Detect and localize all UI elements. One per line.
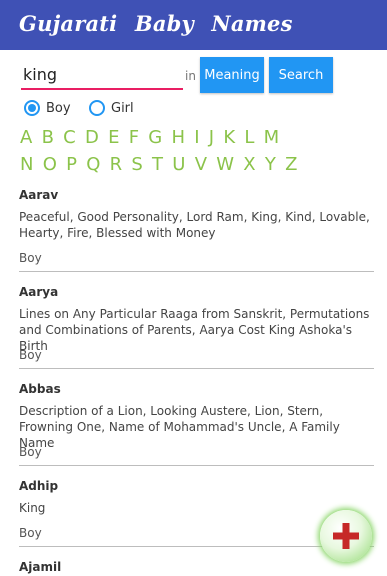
meaning-button[interactable]: Meaning xyxy=(200,57,264,93)
divider xyxy=(19,271,374,272)
letter-a[interactable]: A xyxy=(20,127,32,148)
letter-s[interactable]: S xyxy=(131,154,142,175)
name-gender: Boy xyxy=(19,251,42,265)
letter-l[interactable]: L xyxy=(244,127,254,148)
letter-t[interactable]: T xyxy=(152,154,163,175)
name-gender: Boy xyxy=(19,526,42,540)
letter-b[interactable]: B xyxy=(42,127,54,148)
name-meaning: Peaceful, Good Personality, Lord Ram, Ki… xyxy=(19,210,370,240)
search-button[interactable]: Search xyxy=(269,57,333,93)
letter-i[interactable]: I xyxy=(194,127,199,148)
name-gender: Boy xyxy=(19,348,42,362)
radio-boy[interactable]: Boy xyxy=(24,100,71,116)
divider xyxy=(19,465,374,466)
radio-girl-label: Girl xyxy=(111,100,134,116)
add-fab-button[interactable] xyxy=(320,510,372,562)
app-bar: Gujarati Baby Names xyxy=(0,0,387,50)
letter-k[interactable]: K xyxy=(223,127,235,148)
letter-e[interactable]: E xyxy=(108,127,119,148)
letter-o[interactable]: O xyxy=(43,154,57,175)
letter-r[interactable]: R xyxy=(110,154,123,175)
letter-q[interactable]: Q xyxy=(86,154,100,175)
divider xyxy=(19,368,374,369)
letter-p[interactable]: P xyxy=(66,154,77,175)
radio-checked-icon xyxy=(24,100,40,116)
letter-d[interactable]: D xyxy=(85,127,99,148)
in-label: in xyxy=(185,69,196,83)
letter-h[interactable]: H xyxy=(171,127,185,148)
letter-z[interactable]: Z xyxy=(285,154,297,175)
letter-u[interactable]: U xyxy=(172,154,185,175)
name-meaning: Lines on Any Particular Raaga from Sansk… xyxy=(19,307,370,353)
letter-c[interactable]: C xyxy=(63,127,76,148)
letter-f[interactable]: F xyxy=(129,127,139,148)
search-input[interactable] xyxy=(21,62,183,90)
letter-y[interactable]: Y xyxy=(265,154,276,175)
name-title: Ajamil xyxy=(19,560,62,574)
plus-icon xyxy=(333,523,359,549)
app-title: Gujarati Baby Names xyxy=(19,11,293,36)
letter-j[interactable]: J xyxy=(209,127,214,148)
letter-v[interactable]: V xyxy=(195,154,207,175)
name-title: Aarya xyxy=(19,285,59,299)
name-title: Abbas xyxy=(19,382,61,396)
letter-w[interactable]: W xyxy=(216,154,234,175)
letter-n[interactable]: N xyxy=(20,154,33,175)
name-gender: Boy xyxy=(19,445,42,459)
radio-boy-label: Boy xyxy=(46,100,71,116)
name-meaning: Description of a Lion, Looking Austere, … xyxy=(19,404,340,450)
letter-x[interactable]: X xyxy=(243,154,255,175)
radio-unchecked-icon xyxy=(89,100,105,116)
letter-m[interactable]: M xyxy=(264,127,280,148)
alphabet-row-2: N O P Q R S T U V W X Y Z xyxy=(20,154,301,175)
letter-g[interactable]: G xyxy=(148,127,162,148)
alphabet-row-1: A B C D E F G H I J K L M xyxy=(20,127,283,148)
divider xyxy=(19,546,374,547)
name-meaning: King xyxy=(19,501,46,515)
radio-girl[interactable]: Girl xyxy=(89,100,134,116)
name-title: Adhip xyxy=(19,479,59,493)
name-title: Aarav xyxy=(19,188,59,202)
